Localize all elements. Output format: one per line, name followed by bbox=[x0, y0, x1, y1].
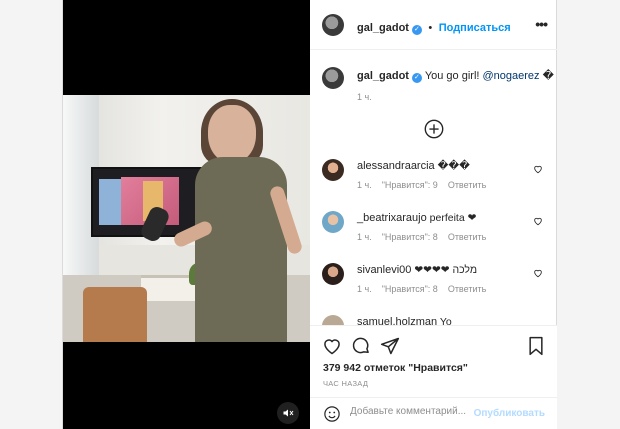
comment-item: alessandraarcia ��� 1 ч. "Нравится": 9 Отв… bbox=[322, 156, 547, 204]
avatar[interactable] bbox=[322, 315, 344, 325]
bookmark-icon[interactable] bbox=[527, 336, 545, 356]
comment-text: ��� bbox=[437, 160, 470, 172]
comment-username[interactable]: alessandraarcia bbox=[357, 160, 435, 172]
verified-icon: ✓ bbox=[411, 25, 422, 35]
comment-username[interactable]: samuel.holzman bbox=[357, 316, 437, 325]
publish-button[interactable]: Опубликовать bbox=[474, 408, 545, 419]
likes-count[interactable]: 379 942 отметок "Нравится" bbox=[323, 362, 468, 374]
caption-text: gal_gadot ✓ You go girl! @nogaerez � bbox=[357, 69, 554, 83]
avatar[interactable] bbox=[322, 211, 344, 233]
caption-emoji: � bbox=[542, 70, 554, 82]
comment-username[interactable]: sivanlevi00 bbox=[357, 264, 411, 276]
comment-icon[interactable] bbox=[351, 336, 371, 356]
comment-time[interactable]: 1 ч. bbox=[357, 180, 372, 190]
post-username[interactable]: gal_gadot bbox=[357, 22, 409, 34]
caption-mention[interactable]: @nogaerez bbox=[483, 70, 540, 82]
post-timestamp[interactable]: ЧАС НАЗАД bbox=[323, 379, 368, 388]
comment-time[interactable]: 1 ч. bbox=[357, 284, 372, 294]
comment-item: _beatrixaraujo perfeita ❤ 1 ч. "Нравится"… bbox=[322, 208, 547, 256]
reply-button[interactable]: Ответить bbox=[448, 284, 486, 294]
share-icon[interactable] bbox=[380, 336, 400, 356]
avatar[interactable] bbox=[322, 159, 344, 181]
video-player[interactable] bbox=[63, 0, 310, 429]
comment-text: perfeita ❤ bbox=[429, 212, 477, 224]
post-actions: 379 942 отметок "Нравится" ЧАС НАЗАД Опу… bbox=[310, 325, 557, 429]
comment-likes[interactable]: "Нравится": 8 bbox=[382, 284, 438, 294]
caption-body: You go girl! bbox=[424, 70, 483, 82]
comment-time[interactable]: 1 ч. bbox=[357, 232, 372, 242]
avatar[interactable] bbox=[322, 14, 344, 36]
emoji-icon[interactable] bbox=[323, 405, 341, 423]
load-more-comments-icon[interactable] bbox=[423, 118, 445, 140]
verified-icon: ✓ bbox=[411, 73, 422, 83]
heart-icon[interactable] bbox=[533, 164, 543, 174]
comment-input[interactable] bbox=[350, 406, 470, 417]
post-sidebar: gal_gadot ✓ • Подписаться ••• gal_gadot ✓ … bbox=[310, 0, 557, 429]
mute-icon[interactable] bbox=[277, 402, 299, 424]
avatar[interactable] bbox=[322, 263, 344, 285]
comment-text: Yo bbox=[439, 316, 452, 325]
comment-username[interactable]: _beatrixaraujo bbox=[357, 212, 427, 224]
comment-item: samuel.holzman Yo bbox=[322, 312, 547, 325]
comment-text: ❤❤❤❤ מלכה bbox=[414, 264, 478, 276]
reply-button[interactable]: Ответить bbox=[448, 232, 486, 242]
comment-likes[interactable]: "Нравится": 8 bbox=[382, 232, 438, 242]
avatar[interactable] bbox=[322, 67, 344, 89]
caption-username[interactable]: gal_gadot bbox=[357, 70, 409, 82]
reply-button[interactable]: Ответить bbox=[448, 180, 486, 190]
comment-likes[interactable]: "Нравится": 9 bbox=[382, 180, 438, 190]
more-options-icon[interactable]: ••• bbox=[535, 16, 548, 32]
caption-time: 1 ч. bbox=[357, 92, 372, 102]
like-icon[interactable] bbox=[322, 336, 342, 356]
follow-button[interactable]: Подписаться bbox=[439, 22, 511, 34]
video-frame[interactable] bbox=[63, 95, 310, 342]
add-comment-bar: Опубликовать bbox=[310, 397, 557, 429]
comment-item: sivanlevi00 ❤❤❤❤ מלכה 1 ч. "Нравится": 8 О… bbox=[322, 260, 547, 308]
post-header: gal_gadot ✓ • Подписаться ••• bbox=[310, 0, 557, 50]
post-card: gal_gadot ✓ • Подписаться ••• gal_gadot ✓ … bbox=[62, 0, 557, 429]
heart-icon[interactable] bbox=[533, 216, 543, 226]
heart-icon[interactable] bbox=[533, 268, 543, 278]
